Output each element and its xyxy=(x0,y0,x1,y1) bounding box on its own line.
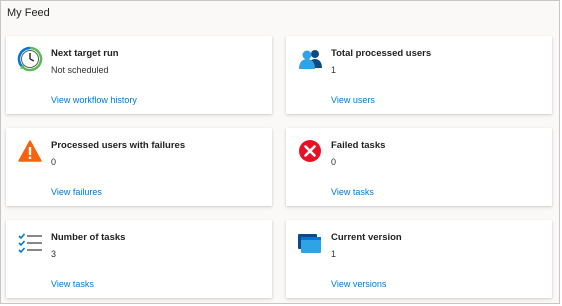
warning-icon xyxy=(16,137,44,165)
card-value: 1 xyxy=(331,65,337,75)
view-workflow-history-link[interactable]: View workflow history xyxy=(51,95,137,105)
view-tasks-link[interactable]: View tasks xyxy=(51,279,94,289)
view-tasks-link[interactable]: View tasks xyxy=(331,187,374,197)
card-current-version: Current version 1 View versions xyxy=(286,220,552,298)
card-title: Failed tasks xyxy=(331,140,386,151)
my-feed-panel: My Feed Next target run Not scheduled Vi… xyxy=(0,0,560,304)
card-next-target-run: Next target run Not scheduled View workf… xyxy=(6,36,272,114)
card-title: Number of tasks xyxy=(51,232,126,243)
card-value: 3 xyxy=(51,249,57,259)
card-value: 0 xyxy=(51,157,57,167)
card-value: 1 xyxy=(331,249,337,259)
versions-icon xyxy=(296,229,324,257)
card-title: Total processed users xyxy=(331,48,432,59)
view-versions-link[interactable]: View versions xyxy=(331,279,386,289)
card-processed-users-with-failures: Processed users with failures 0 View fai… xyxy=(6,128,272,206)
card-total-processed-users: Total processed users 1 View users xyxy=(286,36,552,114)
feed-title: My Feed xyxy=(7,7,50,19)
clock-icon xyxy=(16,45,44,73)
card-number-of-tasks: Number of tasks 3 View tasks xyxy=(6,220,272,298)
card-value: 0 xyxy=(331,157,337,167)
card-title: Current version xyxy=(331,232,402,243)
error-icon xyxy=(296,137,324,165)
view-failures-link[interactable]: View failures xyxy=(51,187,102,197)
card-title: Processed users with failures xyxy=(51,140,186,151)
view-users-link[interactable]: View users xyxy=(331,95,375,105)
card-failed-tasks: Failed tasks 0 View tasks xyxy=(286,128,552,206)
users-icon xyxy=(296,45,324,73)
card-title: Next target run xyxy=(51,48,119,59)
card-value: Not scheduled xyxy=(51,65,109,75)
checklist-icon xyxy=(16,229,44,257)
